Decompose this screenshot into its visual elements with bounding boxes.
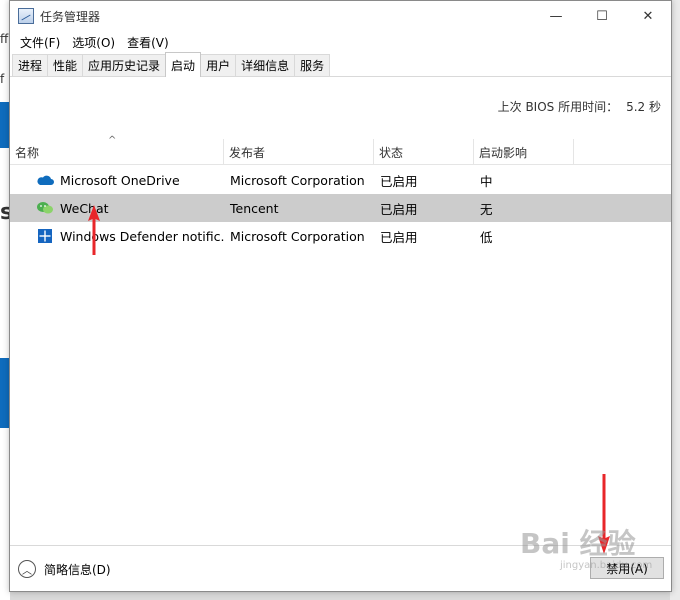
table-row[interactable]: WeChat Tencent 已启用 无 — [10, 194, 671, 222]
row-status: 已启用 — [380, 201, 418, 217]
chevron-up-icon: ︿ — [18, 560, 36, 578]
fewer-details-toggle[interactable]: ︿ 简略信息(D) — [18, 560, 111, 578]
row-name-cell: Microsoft OneDrive — [10, 172, 224, 188]
window-controls: — ☐ ✕ — [533, 1, 671, 31]
tab-details[interactable]: 详细信息 — [235, 54, 296, 76]
table-row[interactable]: Windows Defender notific... Microsoft Co… — [10, 222, 671, 250]
maximize-button[interactable]: ☐ — [579, 1, 625, 31]
column-header-status[interactable]: 状态 — [374, 139, 474, 165]
minimize-button[interactable]: — — [533, 1, 579, 31]
table-body: Microsoft OneDrive Microsoft Corporation… — [10, 166, 671, 250]
watermark-url: jingyan.baidu.com — [560, 560, 653, 571]
tab-services[interactable]: 服务 — [294, 54, 331, 76]
menu-file[interactable]: 文件(F) — [14, 34, 66, 51]
menu-view[interactable]: 查看(V) — [121, 34, 175, 51]
row-publisher: Microsoft Corporation — [230, 228, 365, 244]
bios-time-value: 5.2 秒 — [626, 100, 661, 114]
startup-table: ^ 名称 发布者 状态 启动影响 Microsoft OneDrive Micr… — [10, 133, 671, 543]
task-manager-icon — [18, 8, 34, 24]
row-status: 已启用 — [380, 173, 418, 189]
watermark-logo: Bai 经验 — [520, 527, 636, 560]
annotation-arrow-up-icon — [88, 205, 100, 255]
row-impact: 中 — [480, 173, 493, 189]
background-text-fragment: f — [0, 72, 5, 86]
menu-options[interactable]: 选项(O) — [66, 34, 121, 51]
defender-shield-icon — [36, 228, 54, 244]
task-manager-window: 任务管理器 — ☐ ✕ 文件(F) 选项(O) 查看(V) 进程 性能 应用历史… — [9, 0, 672, 592]
table-header: 名称 发布者 状态 启动影响 — [10, 139, 671, 165]
window-title: 任务管理器 — [40, 9, 101, 24]
row-publisher: Microsoft Corporation — [230, 172, 365, 188]
row-publisher: Tencent — [230, 200, 279, 216]
row-name: Microsoft OneDrive — [60, 172, 180, 188]
column-header-publisher[interactable]: 发布者 — [224, 139, 374, 165]
wechat-icon — [36, 200, 54, 216]
row-name: Windows Defender notific... — [60, 228, 224, 244]
bios-time-label: 上次 BIOS 所用时间： — [497, 100, 619, 114]
fewer-details-label: 简略信息(D) — [44, 562, 111, 577]
tab-users[interactable]: 用户 — [200, 54, 237, 76]
tab-startup[interactable]: 启动 — [165, 52, 202, 77]
last-bios-time: 上次 BIOS 所用时间： 5.2 秒 — [490, 98, 661, 115]
tab-processes[interactable]: 进程 — [12, 54, 49, 76]
tab-bar: 进程 性能 应用历史记录 启动 用户 详细信息 服务 — [10, 52, 671, 77]
menu-bar: 文件(F) 选项(O) 查看(V) — [10, 31, 671, 53]
column-header-startup-impact[interactable]: 启动影响 — [474, 139, 574, 165]
tab-app-history[interactable]: 应用历史记录 — [82, 54, 167, 76]
row-impact: 低 — [480, 229, 493, 245]
background-text-fragment: ff — [0, 32, 9, 46]
row-impact: 无 — [480, 201, 493, 217]
title-bar[interactable]: 任务管理器 — ☐ ✕ — [10, 1, 671, 31]
column-header-name[interactable]: 名称 — [10, 139, 224, 165]
onedrive-cloud-icon — [36, 172, 54, 188]
row-name-cell: Windows Defender notific... — [10, 228, 224, 244]
table-row[interactable]: Microsoft OneDrive Microsoft Corporation… — [10, 166, 671, 194]
close-button[interactable]: ✕ — [625, 1, 671, 31]
row-status: 已启用 — [380, 229, 418, 245]
tab-performance[interactable]: 性能 — [47, 54, 84, 76]
row-name-cell: WeChat — [10, 200, 224, 216]
